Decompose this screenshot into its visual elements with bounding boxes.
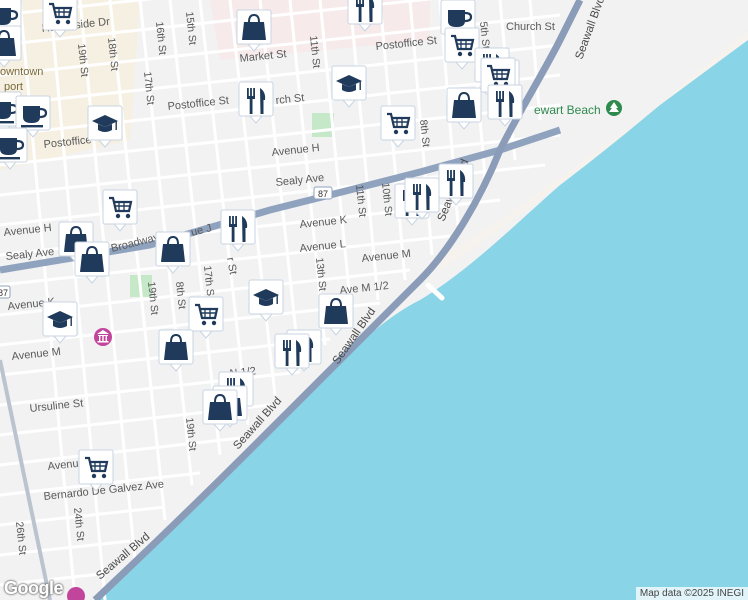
street-label-24th: 24th St (71, 507, 86, 541)
street-label-19th: 19th St (145, 281, 160, 315)
street-label-17th: 17th St (141, 71, 156, 105)
shopping-bag-pin[interactable] (446, 87, 482, 130)
street-label-church: Church St (506, 21, 555, 33)
street-label-15th: 15th St (183, 11, 198, 45)
route-shield-87-west: 87 (0, 285, 11, 299)
museum-pin[interactable] (94, 328, 112, 346)
restaurant-pin[interactable] (220, 209, 256, 252)
google-logo: Google (4, 578, 64, 598)
shopping-cart-pin[interactable] (188, 296, 224, 339)
street-label-10th: 10th St (379, 182, 394, 216)
street-label-avenue-l: Avenue L (299, 238, 346, 255)
street-label-avenue-h: Avenue H (271, 142, 320, 159)
svg-text:87: 87 (0, 288, 8, 298)
map-attribution[interactable]: Map data ©2025 INEGI (635, 587, 748, 600)
street-label-18th: 8th St (173, 281, 188, 310)
place-label-port: port (4, 81, 23, 93)
street-label-13th: 13th St (313, 257, 328, 291)
park-pin[interactable] (606, 100, 622, 116)
street-label-16th: 16th St (153, 21, 168, 55)
map-canvas[interactable]: Harborside Dr Church St Postoffice St Po… (0, 0, 748, 600)
street-label-avenue-k: Avenue K (299, 214, 348, 231)
place-label-stewart-beach: ewart Beach (534, 103, 601, 117)
street-label-8th: 8th St (417, 119, 432, 148)
street-label-11th: 11th St (353, 184, 368, 218)
museum-pin[interactable] (67, 587, 85, 600)
street-label-sealy: Sealy Ave (275, 172, 325, 189)
street-label-19th-low: 19th St (183, 417, 198, 451)
shopping-cart-pin[interactable] (102, 189, 138, 232)
shopping-bag-pin[interactable] (158, 329, 194, 372)
svg-text:87: 87 (318, 189, 328, 199)
shopping-cart-pin[interactable] (380, 105, 416, 148)
west-diagonal (0, 359, 52, 600)
street-label-11th-top: 11th St (307, 35, 322, 69)
street-label-26th: 26th St (13, 521, 28, 555)
street-label-r: r St (224, 256, 239, 275)
place-label-downtown: owntown (0, 66, 43, 78)
route-shield-87: 87 (313, 186, 333, 200)
